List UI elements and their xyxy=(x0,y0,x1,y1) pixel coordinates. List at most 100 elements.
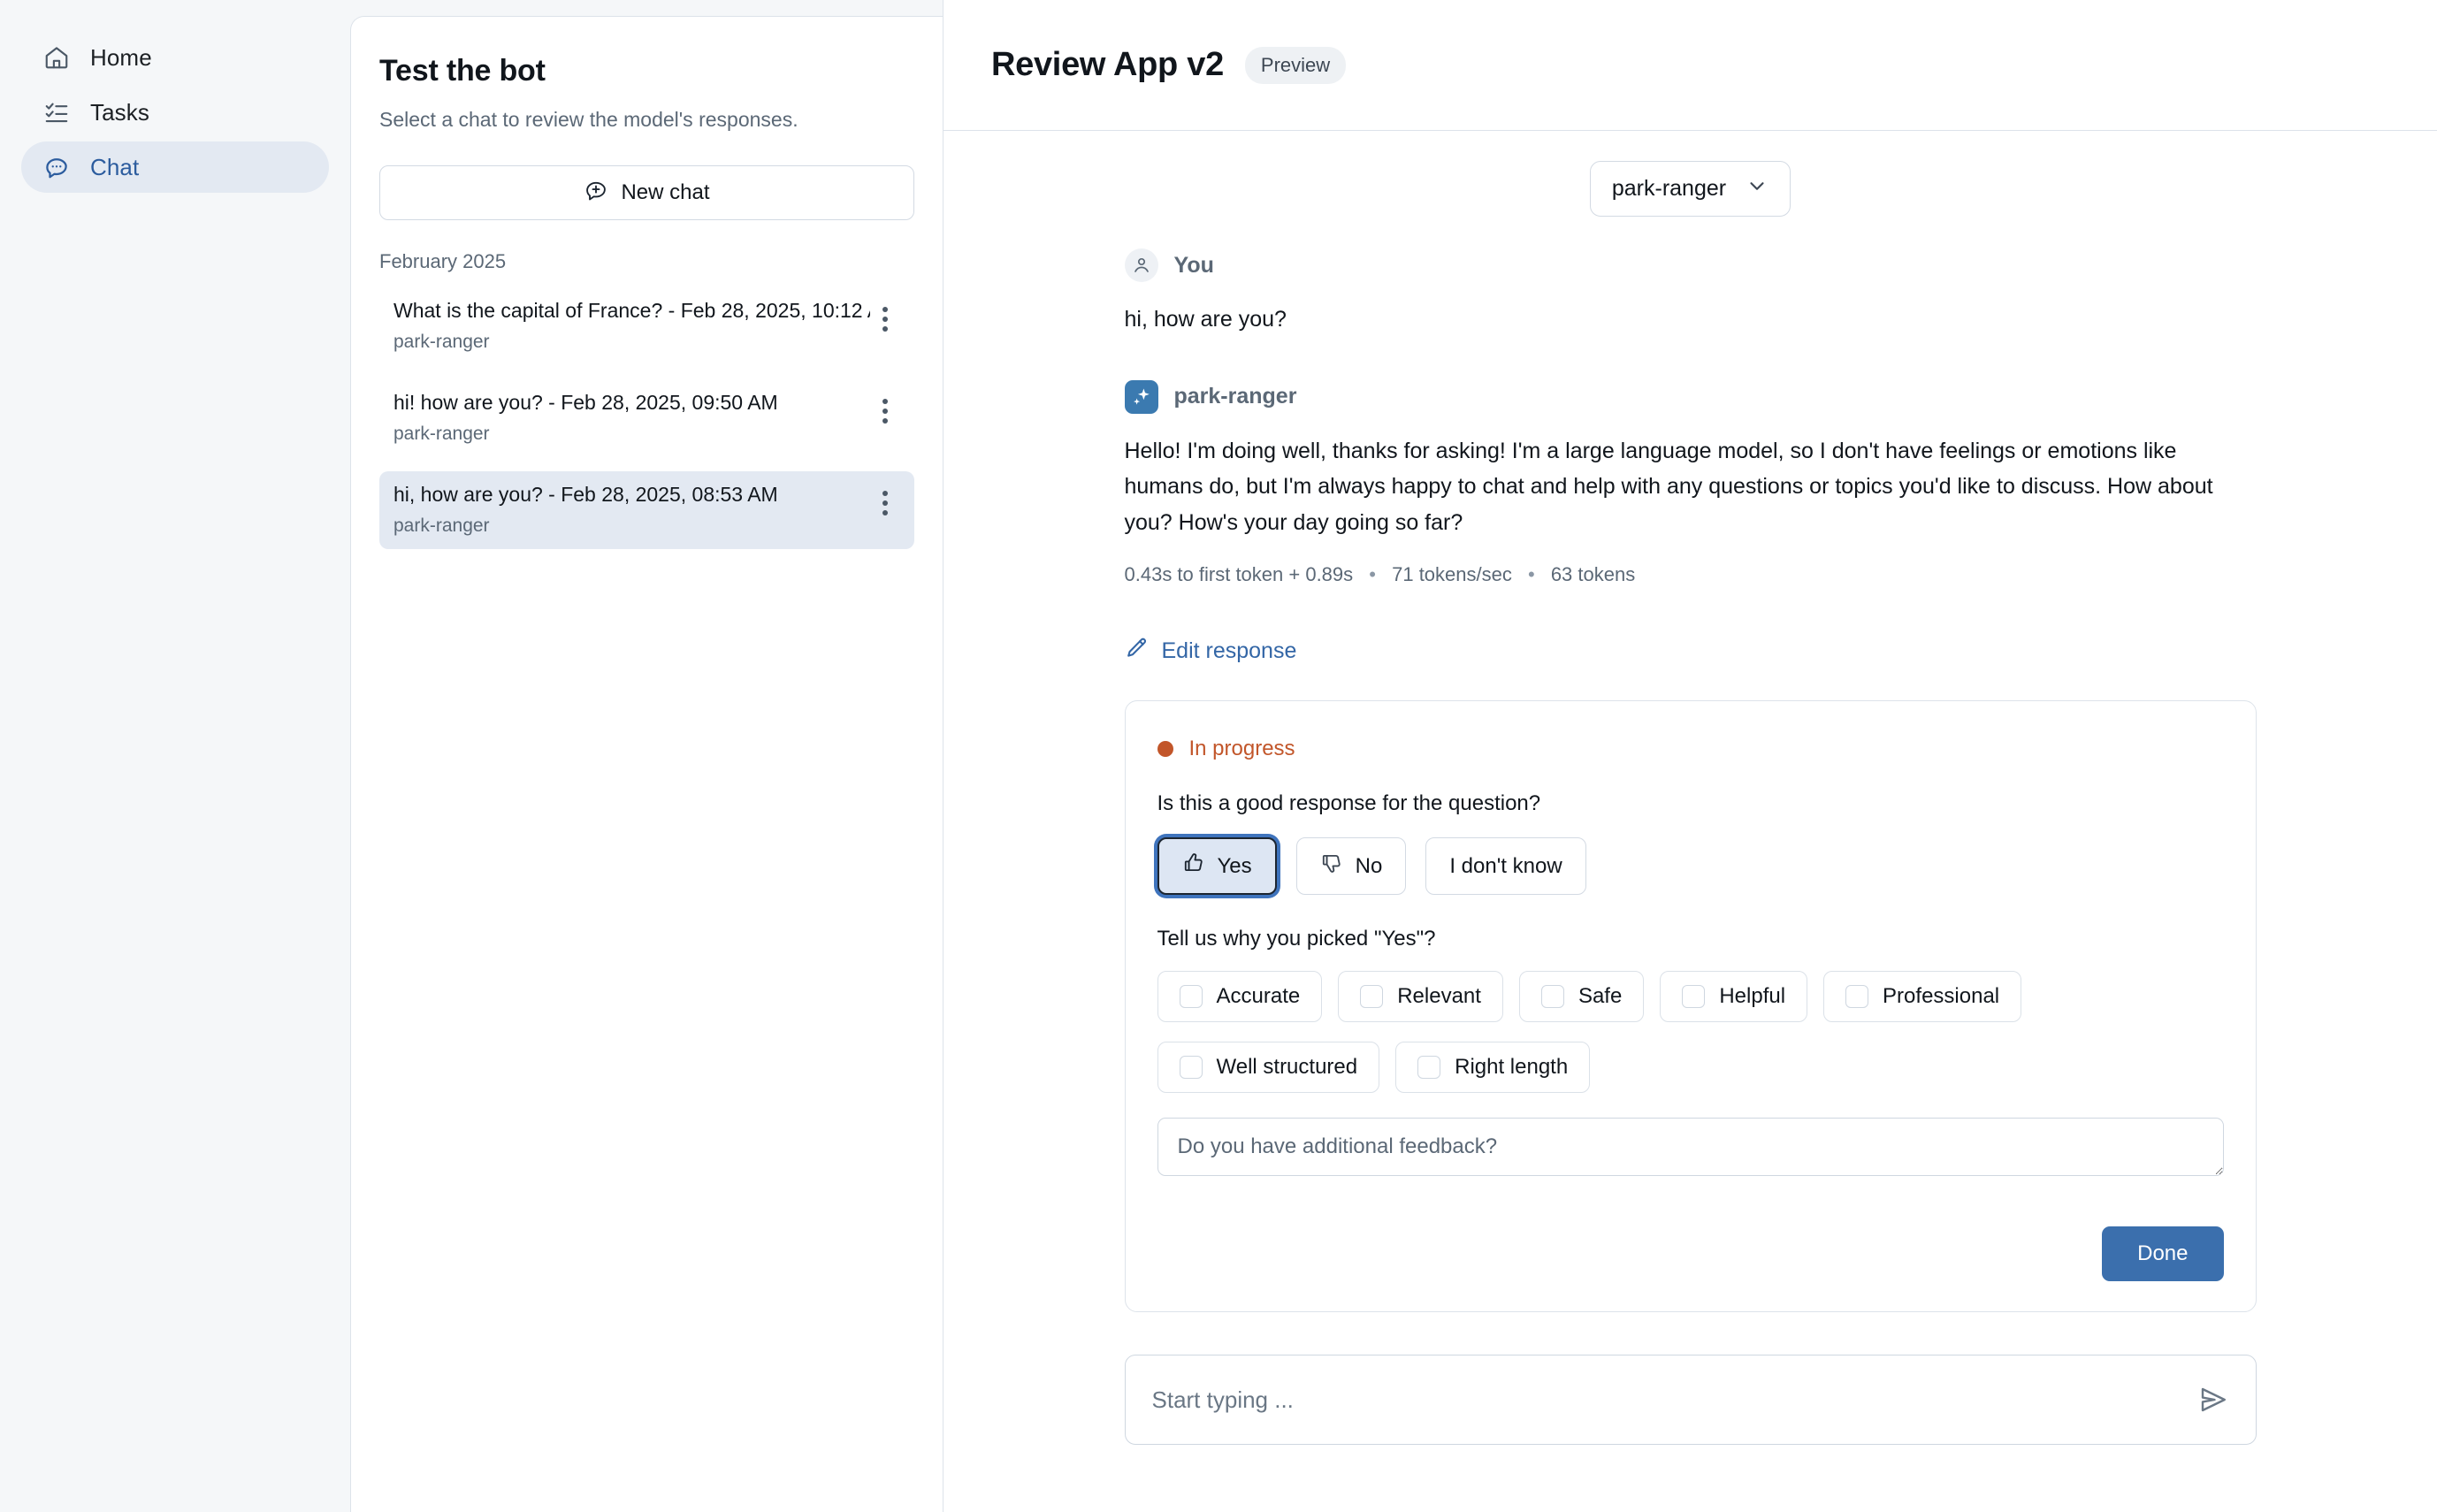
user-message-header: You xyxy=(1125,248,2257,282)
reason-chip-accurate[interactable]: Accurate xyxy=(1157,971,1323,1022)
checkbox-icon[interactable] xyxy=(1845,985,1868,1008)
sidebar-item-home[interactable]: Home xyxy=(21,32,329,83)
feedback-question: Is this a good response for the question… xyxy=(1157,791,2224,816)
chat-item-title: What is the capital of France? - Feb 28,… xyxy=(393,298,870,325)
chat-item-model: park-ranger xyxy=(393,424,870,445)
chat-item-model: park-ranger xyxy=(393,515,870,537)
assistant-message-header: park-ranger xyxy=(1125,380,2257,414)
conversation-thread: You hi, how are you? park-ranger xyxy=(1125,217,2257,1454)
user-message-text: hi, how are you? xyxy=(1125,302,2257,338)
feedback-actions: Done xyxy=(1157,1226,2224,1281)
model-selector[interactable]: park-ranger xyxy=(1590,161,1791,217)
main-header: Review App v2 Preview xyxy=(943,0,2437,131)
meta-latency: 0.43s to first token + 0.89s xyxy=(1125,563,1354,585)
feedback-option-label: Yes xyxy=(1218,854,1252,879)
chat-icon xyxy=(42,153,71,181)
assistant-message-meta: 0.43s to first token + 0.89s • 71 tokens… xyxy=(1125,563,2257,586)
chat-group-label: February 2025 xyxy=(379,250,914,273)
thumbs-down-icon xyxy=(1320,851,1343,881)
chat-item-menu-icon[interactable] xyxy=(870,482,900,515)
chat-item-model: park-ranger xyxy=(393,332,870,353)
meta-separator: • xyxy=(1517,563,1546,585)
chat-list-item[interactable]: What is the capital of France? - Feb 28,… xyxy=(379,287,914,365)
assistant-message-text: Hello! I'm doing well, thanks for asking… xyxy=(1125,433,2257,541)
reason-chip-label: Helpful xyxy=(1719,984,1785,1009)
feedback-card: In progress Is this a good response for … xyxy=(1125,700,2257,1312)
sidebar-item-label: Tasks xyxy=(90,99,149,126)
reason-chip-helpful[interactable]: Helpful xyxy=(1660,971,1807,1022)
main-panel: Review App v2 Preview park-ranger xyxy=(943,0,2437,1512)
sidebar: Home Tasks xyxy=(0,0,350,1512)
tasks-icon xyxy=(42,98,71,126)
meta-separator: • xyxy=(1358,563,1387,585)
assistant-message: park-ranger Hello! I'm doing well, thank… xyxy=(1125,380,2257,587)
composer xyxy=(1125,1355,2257,1445)
page-subtitle: Select a chat to review the model's resp… xyxy=(379,108,914,132)
checkbox-icon[interactable] xyxy=(1417,1056,1440,1079)
feedback-option-idk[interactable]: I don't know xyxy=(1425,837,1585,895)
reason-chip-right-length[interactable]: Right length xyxy=(1395,1042,1590,1093)
reason-chip-safe[interactable]: Safe xyxy=(1519,971,1644,1022)
feedback-reason-row-2: Well structured Right length xyxy=(1157,1042,2224,1093)
model-selector-value: park-ranger xyxy=(1612,176,1726,202)
reason-chip-label: Professional xyxy=(1883,984,1999,1009)
chat-item-title: hi! how are you? - Feb 28, 2025, 09:50 A… xyxy=(393,390,870,416)
done-button[interactable]: Done xyxy=(2102,1226,2223,1281)
checkbox-icon[interactable] xyxy=(1360,985,1383,1008)
composer-wrap xyxy=(1125,1355,2257,1454)
checkbox-icon[interactable] xyxy=(1180,1056,1203,1079)
plus-circle-icon xyxy=(584,178,608,209)
chat-list-panel: Test the bot Select a chat to review the… xyxy=(350,16,943,1512)
chat-item-menu-icon[interactable] xyxy=(870,390,900,424)
page-title: Test the bot xyxy=(379,54,914,88)
reason-chip-relevant[interactable]: Relevant xyxy=(1338,971,1503,1022)
send-icon[interactable] xyxy=(2197,1384,2229,1416)
pencil-icon xyxy=(1125,636,1150,667)
user-message: You hi, how are you? xyxy=(1125,248,2257,338)
main-body: park-ranger xyxy=(943,131,2437,1512)
sidebar-item-tasks[interactable]: Tasks xyxy=(21,87,329,138)
chat-list-item[interactable]: hi! how are you? - Feb 28, 2025, 09:50 A… xyxy=(379,379,914,457)
user-name: You xyxy=(1174,253,1214,279)
assistant-name: park-ranger xyxy=(1174,384,1297,409)
reason-chip-well-structured[interactable]: Well structured xyxy=(1157,1042,1380,1093)
reason-chip-label: Accurate xyxy=(1217,984,1301,1009)
feedback-option-label: I don't know xyxy=(1449,854,1562,879)
app-root: Home Tasks xyxy=(0,0,2437,1512)
edit-response-button[interactable]: Edit response xyxy=(1125,636,1297,667)
status-dot-icon xyxy=(1157,741,1173,757)
preview-badge: Preview xyxy=(1245,47,1346,84)
feedback-option-yes[interactable]: Yes xyxy=(1157,837,1277,895)
checkbox-icon[interactable] xyxy=(1682,985,1705,1008)
chat-item-title: hi, how are you? - Feb 28, 2025, 08:53 A… xyxy=(393,482,870,508)
edit-response-label: Edit response xyxy=(1162,638,1297,664)
app-title: Review App v2 xyxy=(991,46,1224,84)
thumbs-up-icon xyxy=(1182,851,1205,881)
reason-chip-professional[interactable]: Professional xyxy=(1823,971,2021,1022)
home-icon xyxy=(42,43,71,72)
reason-chip-label: Right length xyxy=(1455,1055,1568,1080)
checkbox-icon[interactable] xyxy=(1541,985,1564,1008)
reason-chip-label: Relevant xyxy=(1397,984,1481,1009)
sidebar-item-label: Chat xyxy=(90,154,139,181)
sidebar-item-chat[interactable]: Chat xyxy=(21,141,329,193)
chat-list-item-selected[interactable]: hi, how are you? - Feb 28, 2025, 08:53 A… xyxy=(379,471,914,549)
checkbox-icon[interactable] xyxy=(1180,985,1203,1008)
feedback-reason-row-1: Accurate Relevant Safe Helpful xyxy=(1157,971,2224,1022)
reason-chip-label: Safe xyxy=(1578,984,1622,1009)
feedback-option-no[interactable]: No xyxy=(1296,837,1407,895)
sidebar-item-label: Home xyxy=(90,44,152,72)
sparkle-icon xyxy=(1125,380,1158,414)
new-chat-button[interactable]: New chat xyxy=(379,165,914,220)
additional-feedback-input[interactable] xyxy=(1157,1118,2224,1176)
status-badge: In progress xyxy=(1157,737,2224,761)
meta-rate: 71 tokens/sec xyxy=(1392,563,1512,585)
model-selector-wrap: park-ranger xyxy=(991,161,2389,217)
status-label: In progress xyxy=(1189,737,1295,761)
meta-tokens: 63 tokens xyxy=(1551,563,1635,585)
chat-item-menu-icon[interactable] xyxy=(870,298,900,332)
new-chat-label: New chat xyxy=(621,180,709,205)
message-input[interactable] xyxy=(1152,1386,2180,1414)
feedback-options: Yes No I don't k xyxy=(1157,837,2224,895)
feedback-reason-question: Tell us why you picked "Yes"? xyxy=(1157,927,2224,951)
